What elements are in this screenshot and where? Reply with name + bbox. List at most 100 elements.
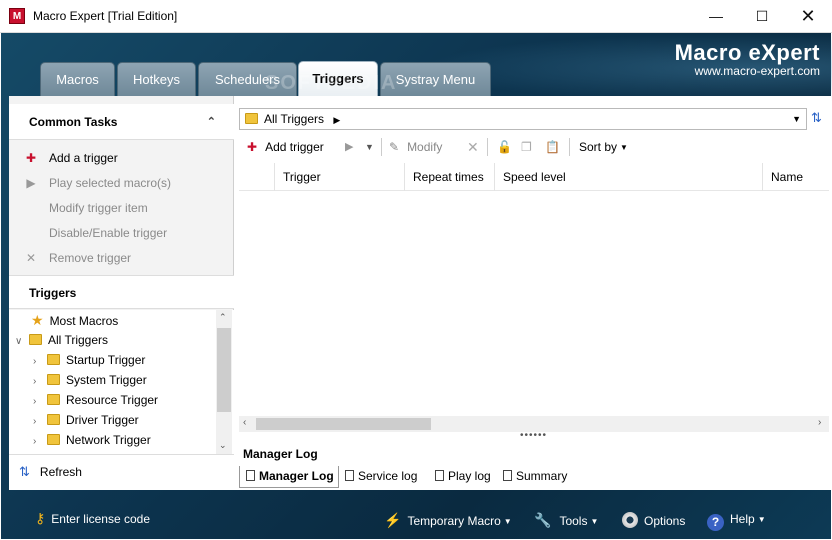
tab-summary[interactable]: Summary (497, 466, 577, 488)
tab-service-log[interactable]: Service log (339, 466, 429, 488)
play-button[interactable]: ▶ (345, 133, 353, 161)
chevron-down-icon[interactable]: ∨ (15, 332, 29, 352)
task-add-trigger[interactable]: ✚ Add a trigger (23, 147, 118, 169)
key-icon: ⚷ (35, 510, 46, 526)
window-title: Macro Expert [Trial Edition] (33, 9, 178, 23)
lightning-icon: ⚡ (384, 512, 402, 528)
tree-item-network-trigger[interactable]: › Network Trigger (33, 430, 151, 450)
brand-logo: Macro eXpert www.macro-expert.com (675, 40, 820, 78)
address-bar[interactable]: All Triggers ▶ ▼ (239, 108, 807, 130)
chevron-right-icon[interactable]: › (33, 412, 47, 432)
modify-label: Modify (407, 140, 443, 154)
title-bar: M Macro Expert [Trial Edition] — ☐ ✕ (0, 0, 832, 33)
folder-icon (47, 394, 60, 405)
address-refresh-icon[interactable]: ⇅ (811, 110, 822, 126)
scroll-right-icon[interactable]: › (818, 417, 821, 428)
scroll-down-icon[interactable]: ⌄ (219, 440, 227, 451)
wrench-icon: 🔧 (534, 512, 552, 528)
tab-hotkeys[interactable]: Hotkeys (117, 62, 196, 98)
lock-icon[interactable]: 🔓 (497, 133, 512, 161)
task-disable-enable[interactable]: Disable/Enable trigger (23, 222, 167, 244)
chevron-down-icon: ▼ (503, 517, 512, 526)
chevron-right-icon[interactable]: › (33, 372, 47, 392)
task-label: Disable/Enable trigger (49, 226, 168, 240)
refresh-icon: ⇅ (19, 464, 30, 479)
minimize-button[interactable]: — (693, 0, 739, 32)
page-icon (246, 470, 255, 481)
column-name[interactable]: Name (762, 163, 829, 191)
refresh-label: Refresh (39, 465, 82, 479)
brand-name: Macro eXpert (674, 40, 820, 65)
refresh-button[interactable]: ⇅ Refresh (9, 454, 234, 490)
tree-item-startup-trigger[interactable]: › Startup Trigger (33, 350, 145, 370)
folder-icon (47, 374, 60, 385)
delete-button[interactable]: ✕ (467, 133, 479, 161)
gear-icon (622, 512, 638, 528)
status-bar: ⚷ Enter license code ⚡ Temporary Macro ▼ 🔧 T… (1, 500, 831, 540)
tree-item-all-triggers[interactable]: ∨ All Triggers (15, 330, 108, 350)
chevron-right-icon[interactable]: › (33, 392, 47, 412)
tree-item-most-macros[interactable]: ★ Most Macros (31, 310, 118, 330)
collapse-chevron-icon[interactable]: ⌃ (207, 104, 216, 140)
task-label: Modify trigger item (49, 201, 148, 215)
help-menu-button[interactable]: ? Help ▼ (707, 512, 766, 531)
column-trigger[interactable]: Trigger (274, 163, 404, 191)
toolbar: ✚ Add trigger ▶ ▼ ✎ Modify ✕ 🔓 ❐ 📋 Sort by… (239, 133, 829, 161)
breadcrumb-arrow-icon[interactable]: ▶ (333, 115, 340, 125)
scroll-up-icon[interactable]: ⌃ (219, 312, 227, 323)
common-tasks-title: Common Tasks (29, 115, 118, 129)
close-button[interactable]: ✕ (785, 0, 831, 32)
paste-icon[interactable]: 📋 (545, 133, 560, 161)
tab-manager-log[interactable]: Manager Log (239, 466, 339, 488)
add-trigger-label: Add trigger (265, 140, 324, 154)
address-dropdown-icon[interactable]: ▼ (792, 109, 801, 129)
folder-icon (47, 354, 60, 365)
column-repeat-times[interactable]: Repeat times (404, 163, 494, 191)
chevron-down-icon: ▼ (757, 515, 766, 524)
task-modify-trigger[interactable]: Modify trigger item (23, 197, 148, 219)
log-splitter-grip[interactable]: •••••• (520, 430, 547, 441)
column-speed-level[interactable]: Speed level (494, 163, 762, 191)
play-dropdown-icon[interactable]: ▼ (365, 133, 374, 161)
triggers-tree: ★ Most Macros ∨ All Triggers › Startup Trig… (9, 310, 234, 454)
tab-play-log[interactable]: Play log (429, 466, 497, 488)
folder-icon (29, 334, 42, 345)
folder-icon (47, 414, 60, 425)
page-icon (435, 470, 444, 481)
watermark: SOFTPEDIA (265, 72, 398, 94)
add-trigger-button[interactable]: ✚ Add trigger (247, 133, 324, 161)
maximize-button[interactable]: ☐ (739, 0, 785, 32)
sort-by-label: Sort by (579, 140, 618, 154)
common-tasks-header[interactable]: Common Tasks ⌃ (9, 104, 234, 140)
tools-menu-button[interactable]: 🔧 Tools ▼ (534, 512, 598, 529)
tree-item-driver-trigger[interactable]: › Driver Trigger (33, 410, 139, 430)
close-icon: ✕ (25, 251, 37, 265)
tab-macros[interactable]: Macros (40, 62, 115, 98)
task-label: Remove trigger (49, 251, 132, 265)
enter-license-button[interactable]: ⚷ Enter license code (35, 510, 150, 527)
modify-icon: ✎ (389, 140, 400, 154)
folder-icon (47, 434, 60, 445)
help-icon: ? (707, 514, 724, 531)
task-play-macros[interactable]: ▶ Play selected macro(s) (23, 172, 171, 194)
chevron-down-icon: ▼ (590, 517, 599, 526)
scroll-left-icon[interactable]: ‹ (243, 417, 246, 428)
manager-log-title: Manager Log (243, 447, 318, 461)
star-icon: ★ (31, 312, 44, 328)
app-icon: M (9, 8, 25, 24)
task-remove-trigger[interactable]: ✕ Remove trigger (23, 247, 131, 269)
grid-header: Trigger Repeat times Speed level Name (239, 163, 829, 191)
chevron-right-icon[interactable]: › (33, 352, 47, 372)
page-icon (345, 470, 354, 481)
grid-scrollbar-thumb[interactable] (256, 418, 431, 430)
tree-item-resource-trigger[interactable]: › Resource Trigger (33, 390, 158, 410)
options-button[interactable]: Options (622, 512, 685, 528)
chevron-right-icon[interactable]: › (33, 432, 47, 452)
copy-icon[interactable]: ❐ (521, 133, 532, 161)
modify-button[interactable]: ✎ Modify (389, 133, 442, 161)
sort-by-button[interactable]: Sort by ▼ (579, 133, 628, 161)
page-icon (503, 470, 512, 481)
tree-item-system-trigger[interactable]: › System Trigger (33, 370, 147, 390)
tree-scrollbar-thumb[interactable] (217, 328, 231, 412)
temporary-macro-button[interactable]: ⚡ Temporary Macro ▼ (384, 512, 512, 529)
